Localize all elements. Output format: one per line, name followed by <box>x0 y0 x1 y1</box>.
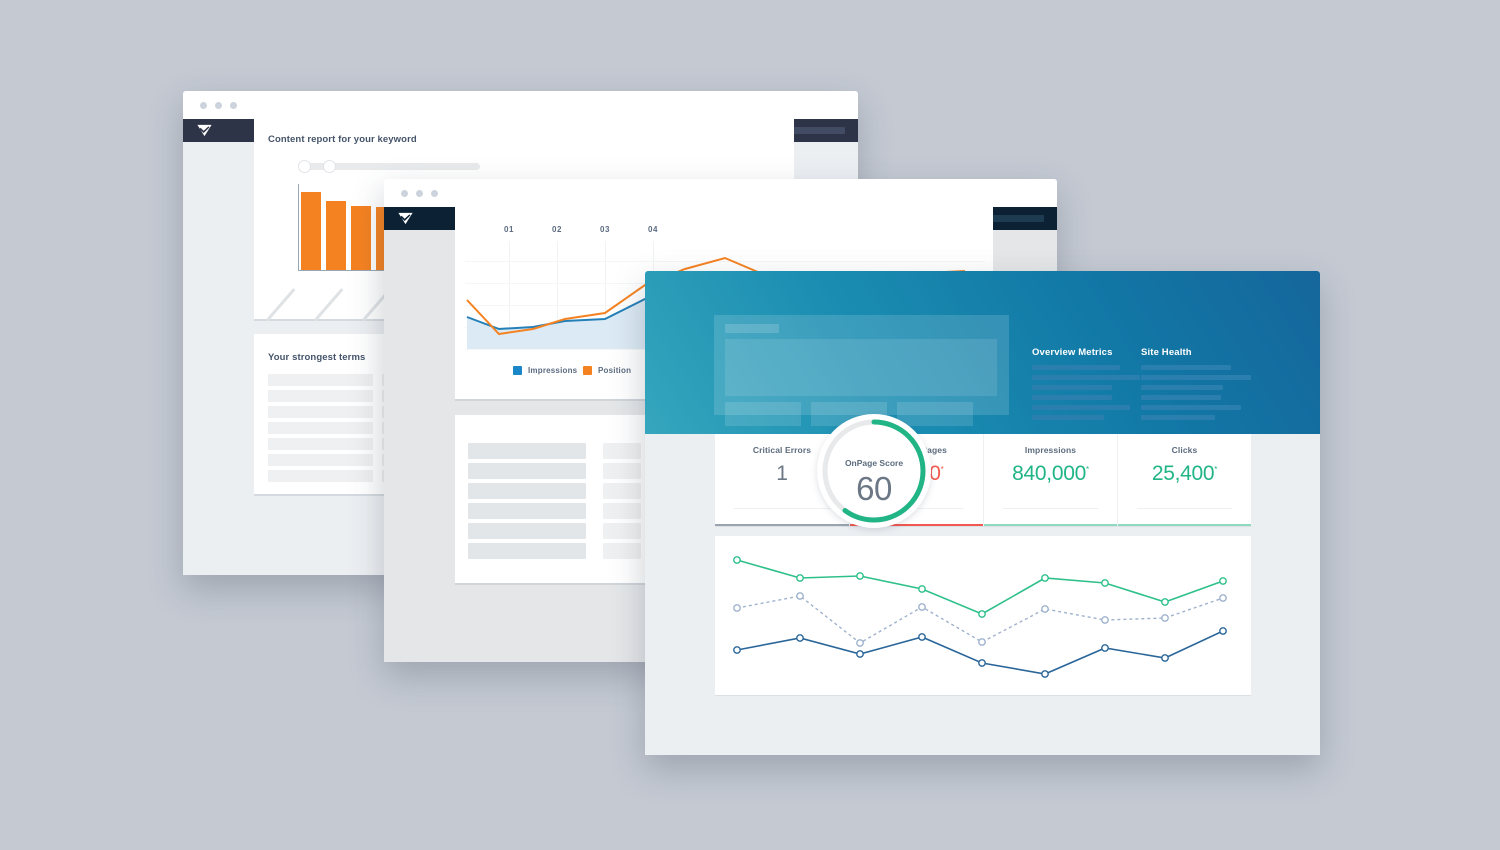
legend-item-impressions: Impressions <box>513 366 577 375</box>
metric-card-clicks[interactable]: Clicks 25,400* <box>1117 434 1251 526</box>
list-item <box>268 454 373 466</box>
metric-accent-bar <box>1118 524 1251 526</box>
metric-value-sup: * <box>1085 465 1089 474</box>
table-row <box>468 463 586 479</box>
legend-label-impressions: Impressions <box>528 366 578 375</box>
table-cell <box>603 543 641 559</box>
hero-panel-title-placeholder <box>725 324 779 333</box>
metric-divider <box>733 508 831 509</box>
metric-value-text: 840,000 <box>1012 462 1086 485</box>
metric-card-row: Critical Errors 1 Indexed Pages 2,000* I… <box>715 434 1251 526</box>
legend-swatch-position <box>583 366 592 375</box>
hero-heading-site-health: Site Health <box>1141 347 1192 358</box>
table-row <box>468 543 586 559</box>
hero-bar <box>1032 385 1112 390</box>
metric-label: Clicks <box>1171 445 1198 455</box>
onpage-score-gauge[interactable]: OnPage Score 60 <box>817 414 931 528</box>
card-trend-line-chart <box>715 536 1251 695</box>
hero-bar <box>1032 405 1130 410</box>
hero-bar <box>1141 385 1223 390</box>
hero-bar <box>1032 395 1112 400</box>
shield-check-logo-icon[interactable] <box>196 122 213 139</box>
metric-card-impressions[interactable]: Impressions 840,000* <box>983 434 1117 526</box>
metric-divider <box>1002 508 1099 509</box>
list-item <box>268 438 373 450</box>
hero-bar <box>1032 375 1140 380</box>
hero-bar <box>1032 415 1104 420</box>
card-title-content-report: Content report for your keyword <box>268 134 417 145</box>
hero-panel-chart-placeholder <box>725 339 997 396</box>
hero-bar <box>1141 375 1251 380</box>
table-cell <box>603 463 641 479</box>
window-seo-dashboard[interactable]: Overview Metrics Site Health Critical Er… <box>645 271 1320 755</box>
table-row <box>468 483 586 499</box>
titlebar-back[interactable] <box>183 91 858 119</box>
list-item <box>268 406 373 418</box>
window-dot-minimize[interactable] <box>416 189 423 197</box>
card-title-strongest-terms: Your strongest terms <box>268 352 366 363</box>
shield-check-logo-icon[interactable] <box>397 210 414 227</box>
screenshot-stage: Content report for your keyword Your str… <box>0 0 1500 850</box>
list-item <box>268 390 373 402</box>
metric-divider <box>1136 508 1233 509</box>
hero-panel-tile-1 <box>725 402 801 426</box>
legend-label-position: Position <box>598 366 632 375</box>
front-window-body: Overview Metrics Site Health Critical Er… <box>645 271 1320 755</box>
metric-value-sup: * <box>940 465 944 474</box>
range-slider-knob-left[interactable] <box>298 160 311 173</box>
hero-bar <box>1141 365 1231 370</box>
metric-value: 840,000* <box>984 462 1117 486</box>
legend-item-position: Position <box>583 366 631 375</box>
trend-line-chart <box>733 556 1227 678</box>
onpage-score-value: 60 <box>856 470 892 507</box>
metric-value-sup: * <box>1214 465 1218 474</box>
legend-swatch-impressions <box>513 366 522 375</box>
window-dot-minimize[interactable] <box>215 101 222 109</box>
metric-label: Impressions <box>1024 445 1077 455</box>
hero-bar <box>1141 415 1215 420</box>
window-dot-close[interactable] <box>200 101 207 109</box>
table-cell <box>603 483 641 499</box>
onpage-score-label: OnPage Score <box>844 458 904 468</box>
metric-value: 25,400* <box>1118 462 1251 486</box>
bar-chart-y-axis <box>298 184 299 271</box>
metric-accent-bar <box>984 524 1117 526</box>
window-dot-maximize[interactable] <box>431 189 438 197</box>
hatch-2 <box>313 288 344 322</box>
metric-value-text: 25,400 <box>1151 462 1215 485</box>
list-item <box>268 374 373 386</box>
range-slider-knob-right[interactable] <box>323 160 336 173</box>
hatch-1 <box>265 288 296 322</box>
nav-chip-3[interactable] <box>986 215 1044 222</box>
list-item <box>268 422 373 434</box>
window-dot-close[interactable] <box>401 189 408 197</box>
table-row <box>468 523 586 539</box>
window-dot-maximize[interactable] <box>230 101 237 109</box>
bar-1 <box>301 192 321 270</box>
bar-3 <box>351 206 371 270</box>
hero-bar <box>1141 395 1221 400</box>
hero-preview-panel <box>714 315 1009 426</box>
hero-bar <box>1141 405 1241 410</box>
hero-heading-overview-metrics: Overview Metrics <box>1032 347 1113 358</box>
table-cell <box>603 523 641 539</box>
list-item <box>268 470 373 482</box>
table-row <box>468 503 586 519</box>
hero-bar <box>1032 365 1120 370</box>
metric-value-text: 1 <box>776 462 788 485</box>
table-cell <box>603 503 641 519</box>
nav-chip-3[interactable] <box>787 127 845 134</box>
dashboard-hero: Overview Metrics Site Health <box>645 271 1320 434</box>
table-row <box>468 443 586 459</box>
bar-2 <box>326 201 346 270</box>
table-cell <box>603 443 641 459</box>
